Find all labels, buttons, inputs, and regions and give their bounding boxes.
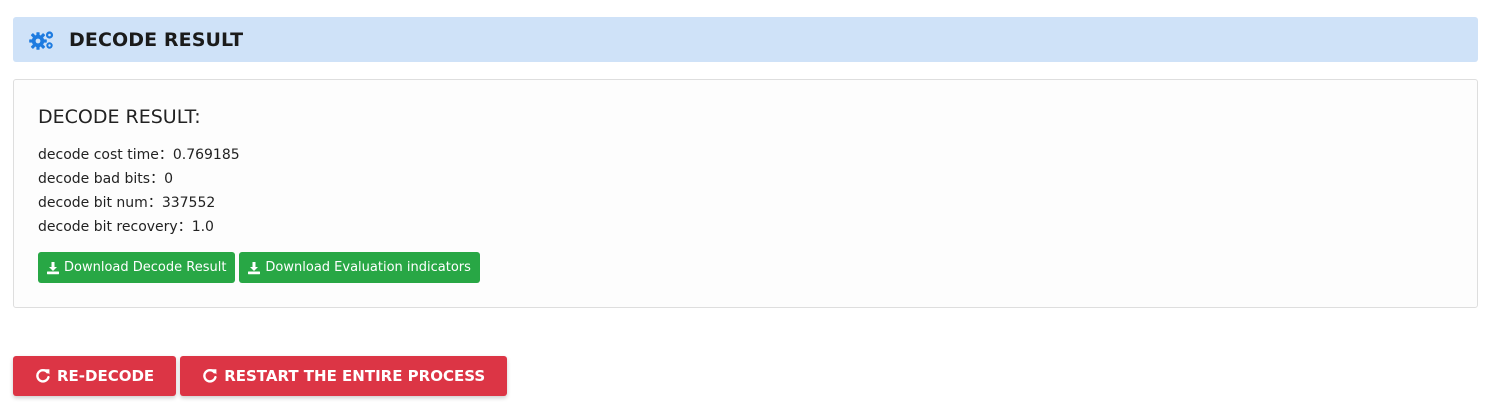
section-title: DECODE RESULT bbox=[69, 28, 244, 51]
stat-label: decode bad bits： bbox=[38, 171, 165, 187]
re-decode-button[interactable]: RE-DECODE bbox=[13, 356, 177, 396]
stat-value: 337552 bbox=[161, 195, 216, 211]
result-stats: decode cost time：0.769185 decode bad bit… bbox=[38, 143, 240, 239]
restart-process-label: RESTART THE ENTIRE PROCESS bbox=[224, 367, 486, 385]
stat-label: decode cost time： bbox=[38, 147, 173, 163]
stat-value: 1.0 bbox=[191, 219, 214, 235]
decode-result-card: DECODE RESULT: decode cost time：0.769185… bbox=[13, 79, 1478, 308]
download-evaluation-indicators-button[interactable]: Download Evaluation indicators bbox=[239, 252, 480, 283]
stat-bit-num: decode bit num：337552 bbox=[38, 191, 240, 215]
redo-icon bbox=[202, 368, 218, 384]
stat-label: decode bit recovery： bbox=[38, 219, 192, 235]
re-decode-label: RE-DECODE bbox=[57, 367, 155, 385]
download-decode-result-label: Download Decode Result bbox=[64, 260, 227, 275]
download-decode-result-button[interactable]: Download Decode Result bbox=[38, 252, 236, 283]
page: DECODE RESULT DECODE RESULT: decode cost… bbox=[0, 0, 1495, 408]
redo-icon bbox=[35, 368, 51, 384]
gears-icon bbox=[29, 29, 55, 51]
stat-label: decode bit num： bbox=[38, 195, 162, 211]
stat-bit-recovery: decode bit recovery：1.0 bbox=[38, 215, 240, 239]
download-icon bbox=[46, 261, 60, 275]
process-actions: RE-DECODE RESTART THE ENTIRE PROCESS bbox=[13, 356, 508, 396]
download-actions: Download Decode Result Download Evaluati… bbox=[38, 252, 480, 283]
download-icon bbox=[247, 261, 261, 275]
result-title: DECODE RESULT: bbox=[38, 106, 201, 128]
stat-cost-time: decode cost time：0.769185 bbox=[38, 143, 240, 167]
stat-value: 0.769185 bbox=[172, 147, 240, 163]
stat-value: 0 bbox=[164, 171, 173, 187]
stat-bad-bits: decode bad bits：0 bbox=[38, 167, 240, 191]
section-header: DECODE RESULT bbox=[13, 17, 1478, 62]
restart-process-button[interactable]: RESTART THE ENTIRE PROCESS bbox=[180, 356, 508, 396]
download-evaluation-indicators-label: Download Evaluation indicators bbox=[265, 260, 471, 275]
